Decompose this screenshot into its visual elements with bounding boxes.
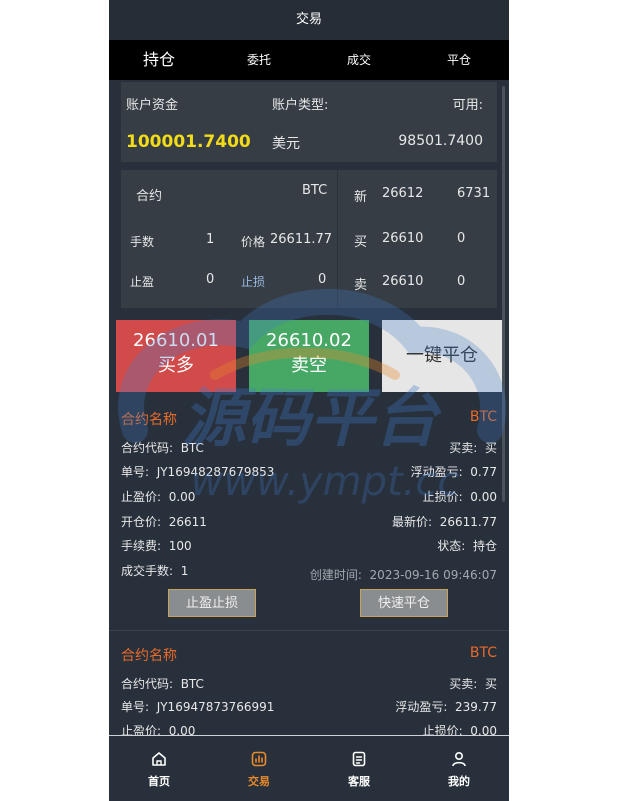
order-no-label: 单号: bbox=[121, 465, 150, 479]
order-no-label: 单号: bbox=[121, 700, 150, 714]
tp-sl-button[interactable]: 止盈止损 bbox=[168, 589, 256, 617]
code-label: 合约代码: bbox=[121, 677, 174, 691]
contract-panel: 合约 BTC 手数 1 价格 26611.77 止盈 0 止损 0 新 2661… bbox=[121, 170, 497, 308]
lots-label: 手数 bbox=[130, 235, 155, 249]
nav-service[interactable]: 客服 bbox=[309, 736, 409, 801]
order-title-value: BTC bbox=[469, 409, 497, 425]
funds-value: 100001.7400 bbox=[126, 132, 251, 152]
account-type-label: 账户类型: bbox=[272, 98, 329, 113]
filled-lots-value: 1 bbox=[180, 564, 189, 578]
side-label: 买卖: bbox=[449, 677, 478, 691]
tab-bar: 持仓 委托 成交 平仓 bbox=[109, 40, 509, 80]
pnl-label: 浮动盈亏: bbox=[410, 465, 463, 479]
bottom-nav: 首页 交易 客服 我的 bbox=[109, 735, 509, 801]
available-value: 98501.7400 bbox=[398, 133, 483, 149]
order-card: 合约名称 BTC 合约代码: BTC 买卖: 买 单号: JY169478737… bbox=[109, 636, 509, 738]
quote-bid-volume: 0 bbox=[457, 231, 466, 246]
lots-value[interactable]: 1 bbox=[206, 232, 214, 247]
page-title: 交易 bbox=[295, 12, 322, 27]
buy-price: 26610.01 bbox=[133, 330, 219, 351]
last-price-value: 26611.77 bbox=[439, 515, 497, 529]
phone-screen: 交易 持仓 委托 成交 平仓 账户资金 账户类型: 可用: 100001.740… bbox=[109, 0, 509, 801]
quote-bid-label: 买 bbox=[354, 235, 368, 250]
page-header: 交易 bbox=[109, 0, 509, 40]
order-separator bbox=[109, 630, 509, 631]
nav-home[interactable]: 首页 bbox=[109, 736, 209, 801]
available-label: 可用: bbox=[452, 98, 483, 113]
buy-long-button[interactable]: 26610.01 买多 bbox=[116, 320, 236, 392]
quote-ask-volume: 0 bbox=[457, 274, 466, 289]
nav-trade-label: 交易 bbox=[248, 775, 270, 788]
chart-icon bbox=[251, 751, 267, 767]
quote-last-price: 26612 bbox=[382, 186, 424, 201]
order-title-value: BTC bbox=[469, 645, 497, 661]
tp-value: 0.00 bbox=[168, 490, 196, 504]
pnl-value: 0.77 bbox=[470, 465, 497, 479]
tp-label: 止盈价: bbox=[121, 490, 162, 504]
account-type-value: 美元 bbox=[272, 136, 300, 152]
status-value: 持仓 bbox=[472, 539, 497, 553]
created-time-value: 2023-09-16 09:46:07 bbox=[369, 568, 497, 582]
side-value: 买 bbox=[484, 677, 497, 691]
code-value: BTC bbox=[180, 677, 204, 691]
quick-close-button[interactable]: 快速平仓 bbox=[360, 589, 448, 617]
quote-bid-price: 26610 bbox=[382, 231, 424, 246]
fee-label: 手续费: bbox=[121, 539, 162, 553]
take-profit-value[interactable]: 0 bbox=[206, 272, 214, 287]
tab-closed[interactable]: 平仓 bbox=[409, 40, 509, 80]
open-price-value: 26611 bbox=[168, 515, 207, 529]
order-no-value: JY16947873766991 bbox=[156, 700, 275, 714]
service-icon bbox=[352, 751, 366, 767]
nav-service-label: 客服 bbox=[348, 775, 370, 788]
contract-label: 合约 bbox=[136, 189, 163, 204]
sl-value: 0.00 bbox=[470, 490, 497, 504]
buy-label: 买多 bbox=[158, 355, 194, 376]
price-value[interactable]: 26611.77 bbox=[270, 232, 332, 247]
filled-lots-label: 成交手数: bbox=[121, 564, 174, 578]
pnl-value: 239.77 bbox=[455, 700, 497, 714]
close-all-button[interactable]: 一键平仓 bbox=[382, 320, 502, 392]
tab-positions[interactable]: 持仓 bbox=[109, 40, 209, 80]
funds-label: 账户资金 bbox=[126, 98, 179, 113]
created-time-label: 创建时间: bbox=[309, 568, 362, 582]
quote-last-volume: 6731 bbox=[457, 186, 491, 201]
sl-label: 止损价: bbox=[422, 490, 463, 504]
code-label: 合约代码: bbox=[121, 441, 174, 455]
user-icon bbox=[452, 751, 466, 767]
tab-trades[interactable]: 成交 bbox=[309, 40, 409, 80]
sell-price: 26610.02 bbox=[266, 330, 352, 351]
order-title-label: 合约名称 bbox=[121, 648, 177, 664]
order-title-label: 合约名称 bbox=[121, 412, 177, 428]
order-no-value: JY16948287679853 bbox=[156, 465, 275, 479]
quote-ask-price: 26610 bbox=[382, 274, 424, 289]
sell-short-button[interactable]: 26610.02 卖空 bbox=[249, 320, 369, 392]
contract-symbol[interactable]: BTC bbox=[302, 183, 327, 198]
nav-trade[interactable]: 交易 bbox=[209, 736, 309, 801]
side-label: 买卖: bbox=[449, 441, 478, 455]
contract-divider bbox=[337, 170, 338, 308]
account-panel: 账户资金 账户类型: 可用: 100001.7400 美元 98501.7400 bbox=[121, 82, 497, 162]
code-value: BTC bbox=[180, 441, 204, 455]
side-value: 买 bbox=[484, 441, 497, 455]
status-label: 状态: bbox=[437, 539, 466, 553]
order-card: 合约名称 BTC 合约代码: BTC 买卖: 买 单号: JY169482876… bbox=[109, 400, 509, 628]
home-icon bbox=[152, 752, 166, 766]
quote-last-label: 新 bbox=[354, 190, 368, 205]
quote-ask-label: 卖 bbox=[354, 278, 368, 293]
nav-profile-label: 我的 bbox=[448, 775, 470, 788]
tab-orders[interactable]: 委托 bbox=[209, 40, 309, 80]
sell-label: 卖空 bbox=[291, 355, 327, 376]
take-profit-label: 止盈 bbox=[130, 275, 155, 289]
nav-home-label: 首页 bbox=[148, 775, 170, 788]
last-price-label: 最新价: bbox=[392, 515, 433, 529]
fee-value: 100 bbox=[168, 539, 192, 553]
pnl-label: 浮动盈亏: bbox=[395, 700, 448, 714]
stop-loss-value[interactable]: 0 bbox=[318, 272, 326, 287]
nav-profile[interactable]: 我的 bbox=[409, 736, 509, 801]
price-label: 价格 bbox=[241, 235, 266, 249]
stop-loss-label: 止损 bbox=[241, 275, 266, 289]
open-price-label: 开仓价: bbox=[121, 515, 162, 529]
